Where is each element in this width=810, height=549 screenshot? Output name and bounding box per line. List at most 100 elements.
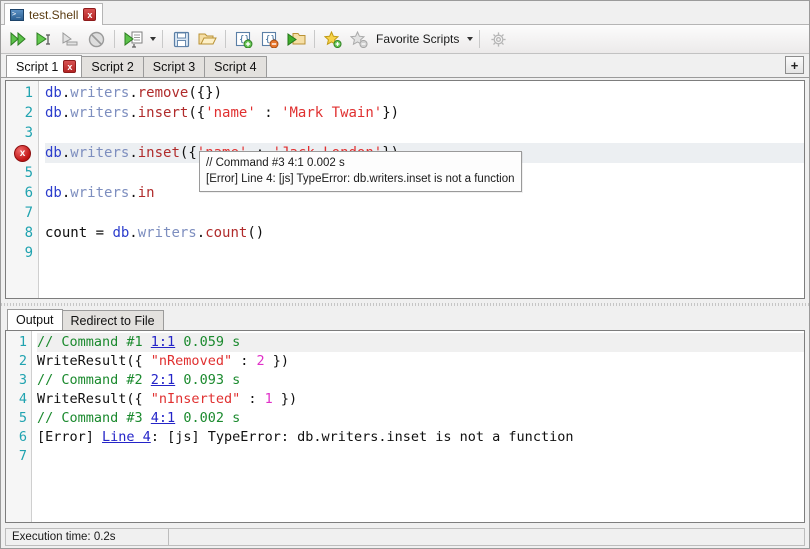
- output-line[interactable]: // Command #3 4:1 0.002 s: [37, 409, 804, 428]
- green-arrow-folder-icon: [287, 31, 306, 47]
- open-folder-icon: [198, 31, 217, 47]
- error-tooltip: // Command #3 4:1 0.002 s [Error] Line 4…: [199, 151, 522, 192]
- output-token: : [js] TypeError: db.writers.inset is no…: [151, 429, 574, 445]
- output-token: WriteResult({: [37, 353, 151, 369]
- code-token: }): [382, 105, 399, 121]
- run-script-chevron-down-icon[interactable]: [150, 37, 156, 41]
- add-favorite-button[interactable]: [321, 27, 345, 51]
- output-link[interactable]: 2:1: [151, 372, 175, 388]
- star-remove-disabled-icon: [350, 31, 368, 48]
- toolbar-separator-3: [225, 30, 226, 48]
- output-token: 0.093 s: [175, 372, 240, 388]
- tab-script-1-close-icon[interactable]: x: [63, 60, 76, 73]
- editor-gutter[interactable]: 123456789x: [6, 81, 39, 298]
- tab-script-4-label: Script 4: [214, 60, 256, 74]
- output-line[interactable]: WriteResult({ "nRemoved" : 2 }): [37, 352, 804, 371]
- favorite-scripts-chevron-down-icon[interactable]: [467, 37, 473, 41]
- output-console[interactable]: 1234567 // Command #1 1:1 0.059 sWriteRe…: [5, 330, 805, 523]
- output-line-number: 5: [6, 409, 31, 428]
- output-code-area[interactable]: // Command #1 1:1 0.059 sWriteResult({ "…: [32, 331, 804, 522]
- code-token: (): [247, 225, 264, 241]
- output-line[interactable]: // Command #1 1:1 0.059 s: [37, 333, 804, 352]
- editor-line[interactable]: count = db.writers.count(): [45, 223, 804, 243]
- output-panel: 1234567 // Command #1 1:1 0.059 sWriteRe…: [1, 330, 809, 526]
- editor-line[interactable]: db.writers.remove({}): [45, 83, 804, 103]
- output-line[interactable]: [37, 447, 804, 466]
- step-button[interactable]: [58, 27, 82, 51]
- tab-redirect-to-file[interactable]: Redirect to File: [62, 310, 164, 330]
- breakpoint-error-icon[interactable]: x: [14, 145, 31, 162]
- main-toolbar: {} {}: [1, 25, 809, 54]
- code-token: insert: [138, 105, 189, 121]
- code-token: inset: [138, 145, 180, 161]
- code-token: ({: [188, 105, 205, 121]
- document-tab-close-icon[interactable]: x: [83, 8, 96, 21]
- output-line[interactable]: // Command #2 2:1 0.093 s: [37, 371, 804, 390]
- editor-line[interactable]: [45, 203, 804, 223]
- tab-output[interactable]: Output: [7, 309, 63, 330]
- status-right-cell: [169, 528, 805, 546]
- editor-code-area[interactable]: db.writers.remove({})db.writers.insert({…: [39, 81, 804, 298]
- output-link[interactable]: Line 4: [102, 429, 151, 445]
- open-script-folder-button[interactable]: [284, 27, 308, 51]
- output-link[interactable]: 4:1: [151, 410, 175, 426]
- code-token: in: [138, 185, 155, 201]
- tab-output-label: Output: [16, 313, 54, 327]
- output-line[interactable]: [Error] Line 4: [js] TypeError: db.write…: [37, 428, 804, 447]
- code-token: writers: [70, 105, 129, 121]
- code-token: db: [112, 225, 129, 241]
- code-token: 'Mark Twain': [281, 105, 382, 121]
- output-link[interactable]: 1:1: [151, 334, 175, 350]
- toolbar-separator-4: [314, 30, 315, 48]
- document-tabbar: test.Shell x: [1, 1, 809, 25]
- output-token: [Error]: [37, 429, 102, 445]
- run-all-button[interactable]: [6, 27, 30, 51]
- open-button[interactable]: [195, 27, 219, 51]
- output-token: 0.059 s: [175, 334, 240, 350]
- editor-line[interactable]: db.writers.insert({'name' : 'Mark Twain'…: [45, 103, 804, 123]
- status-bar: Execution time: 0.2s: [1, 526, 809, 548]
- document-tab-test-shell[interactable]: test.Shell x: [4, 3, 103, 25]
- code-editor[interactable]: 123456789x db.writers.remove({})db.write…: [5, 80, 805, 299]
- remove-favorite-button[interactable]: [347, 27, 371, 51]
- code-token: db: [45, 105, 62, 121]
- output-token: "nInserted": [151, 391, 240, 407]
- star-add-icon: [324, 31, 342, 48]
- double-green-arrow-icon: [9, 31, 27, 47]
- output-line-number: 6: [6, 428, 31, 447]
- editor-panel: 123456789x db.writers.remove({})db.write…: [1, 78, 809, 301]
- output-token: }): [273, 391, 297, 407]
- stop-button[interactable]: [84, 27, 108, 51]
- tab-script-3[interactable]: Script 3: [143, 56, 205, 77]
- output-tabbar: Output Redirect to File: [1, 308, 809, 330]
- editor-line-number: 9: [6, 243, 38, 263]
- output-line-number: 1: [6, 333, 31, 352]
- new-script-button[interactable]: {}: [232, 27, 256, 51]
- code-token: db: [45, 85, 62, 101]
- tab-script-4[interactable]: Script 4: [204, 56, 266, 77]
- toolbar-separator-1: [114, 30, 115, 48]
- favorite-scripts-menu[interactable]: Favorite Scripts: [373, 32, 462, 46]
- code-token: writers: [138, 225, 197, 241]
- panel-splitter[interactable]: [1, 301, 809, 308]
- error-tooltip-line-2: [Error] Line 4: [js] TypeError: db.write…: [206, 171, 515, 187]
- run-script-dropdown-button[interactable]: [121, 27, 145, 51]
- code-token: .: [129, 85, 137, 101]
- run-selection-button[interactable]: [32, 27, 56, 51]
- output-token: :: [232, 353, 256, 369]
- remove-script-button[interactable]: {}: [258, 27, 282, 51]
- editor-line[interactable]: [45, 243, 804, 263]
- document-tab-label: test.Shell: [29, 8, 78, 22]
- output-line[interactable]: WriteResult({ "nInserted" : 1 }): [37, 390, 804, 409]
- output-line-number: 7: [6, 447, 31, 466]
- braces-remove-icon: {}: [261, 31, 279, 48]
- editor-line[interactable]: [45, 123, 804, 143]
- settings-button[interactable]: [486, 27, 510, 51]
- save-button[interactable]: [169, 27, 193, 51]
- add-script-tab-button[interactable]: +: [785, 56, 804, 74]
- tab-script-2[interactable]: Script 2: [81, 56, 143, 77]
- output-token: // Command #1: [37, 334, 151, 350]
- code-token: 'name': [205, 105, 256, 121]
- tab-script-1[interactable]: Script 1 x: [6, 55, 82, 77]
- output-token: }): [265, 353, 289, 369]
